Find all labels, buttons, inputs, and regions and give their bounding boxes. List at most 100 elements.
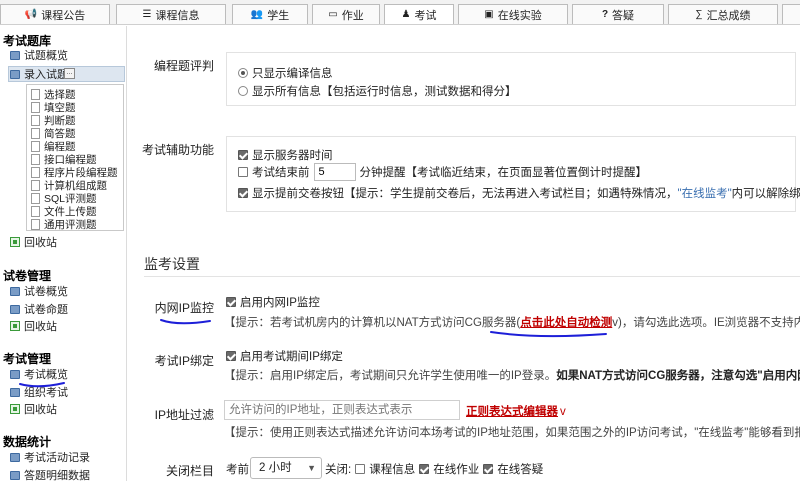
recycle-bin-icon — [10, 237, 20, 247]
close-columns-label: 关闭栏目 — [165, 464, 214, 478]
ip-filter-hint: 【提示：使用正则表达式描述允许访问本场考试的IP地址范围，如果范围之外的IP访问… — [224, 427, 800, 439]
tab-label: 考试 — [414, 9, 437, 22]
ip-bind-option[interactable]: 启用考试期间IP绑定 — [226, 348, 343, 364]
document-icon — [31, 101, 40, 113]
sidebar-item-label: 试卷命题 — [24, 304, 68, 316]
sidebar-item-exam-activity[interactable]: 考试活动记录 — [10, 450, 90, 464]
tab-exam[interactable]: ♟ 考试 — [384, 4, 454, 24]
folder-icon — [10, 286, 20, 296]
show-server-time-option[interactable]: 显示服务器时间 — [238, 147, 333, 163]
folder-icon — [10, 304, 20, 314]
tab-label: 在线实验 — [497, 9, 542, 22]
checkbox[interactable] — [238, 167, 248, 177]
underline-annotation — [490, 331, 607, 338]
ip-monitor-option[interactable]: 启用内网IP监控 — [226, 294, 320, 310]
checkbox-label: 考试结束前 — [252, 167, 310, 179]
regex-editor-link[interactable]: 正则表达式编辑器 — [466, 406, 558, 418]
radio-button[interactable] — [238, 86, 248, 96]
sidebar-item-label: 答题明细数据 — [24, 470, 90, 481]
sidebar-item-recycle-bin-exams[interactable]: 回收站 — [10, 402, 57, 416]
tab-homework[interactable]: ▭ 作业 — [312, 4, 380, 24]
checkbox[interactable] — [226, 297, 236, 307]
reminder-text: 分钟提醒【考试临近结束，在页面显著位置倒计时提醒】 — [359, 167, 648, 179]
sidebar-item-answer-details[interactable]: 答题明细数据 — [10, 468, 90, 481]
radio-compile-only[interactable]: 只显示编译信息 — [238, 65, 333, 81]
tab-course-info[interactable]: ☰ 课程信息 — [116, 4, 226, 24]
proctor-section-title: 监考设置 — [144, 256, 200, 272]
radio-label: 显示所有信息【包括运行时信息，测试数据和得分】 — [252, 86, 517, 98]
checkbox-label: 启用考试期间IP绑定 — [240, 351, 343, 363]
section-title-exam-mgmt: 考试管理 — [3, 352, 52, 366]
folder-icon — [10, 452, 20, 462]
tab-students[interactable]: 👥 学生 — [232, 4, 308, 24]
main-content: 编程题评判 只显示编译信息 显示所有信息【包括运行时信息，测试数据和得分】 考试… — [128, 26, 800, 481]
tab-label: 学生 — [267, 9, 290, 22]
regex-editor: 正则表达式编辑器 v — [466, 403, 566, 419]
tab-more[interactable] — [782, 4, 800, 24]
tab-online-lab[interactable]: ▣ 在线实验 — [458, 4, 568, 24]
section-title-paper-mgmt: 试卷管理 — [3, 269, 52, 283]
ip-bind-hint: 【提示：启用IP绑定后，考试期间只允许学生使用唯一的IP登录。如果NAT方式访问… — [224, 367, 800, 383]
folder-icon — [10, 50, 20, 60]
monitor-icon: ▣ — [484, 9, 494, 20]
list-icon: ☰ — [142, 9, 152, 20]
checkbox-online-homework[interactable] — [419, 464, 430, 474]
chevron-down-icon[interactable]: v — [560, 406, 566, 418]
checkbox[interactable] — [226, 351, 236, 361]
sidebar-item-general-evaluation[interactable]: 通用评测题 — [31, 217, 97, 231]
checkbox[interactable] — [238, 188, 248, 198]
document-icon — [31, 140, 40, 152]
checkbox-label: 课程信息 — [369, 464, 416, 476]
tab-grades[interactable]: ∑ 汇总成绩 — [668, 4, 778, 24]
checkbox-label-tail: 内可以解除绑定】 — [731, 188, 800, 200]
chevron-down-icon: ▼ — [307, 463, 316, 473]
document-icon — [31, 218, 40, 230]
end-reminder-option[interactable]: 考试结束前 分钟提醒【考试临近结束，在页面显著位置倒计时提醒】 — [238, 163, 647, 181]
sidebar: 考试题库 试题概览 录入试题 ... 选择题 填空题 判断题 简答题 编程题 接… — [0, 26, 127, 481]
prog-review-box: 只显示编译信息 显示所有信息【包括运行时信息，测试数据和得分】 — [226, 52, 796, 106]
document-icon — [31, 127, 40, 139]
recycle-bin-icon — [10, 321, 20, 331]
sidebar-item-recycle-bin-papers[interactable]: 回收站 — [10, 319, 57, 333]
aux-label: 考试辅助功能 — [141, 143, 214, 157]
question-type-tree: 选择题 填空题 判断题 简答题 编程题 接口编程题 程序片段编程题 计算机组成题… — [26, 84, 124, 231]
sidebar-item-recycle-bin-questions[interactable]: 回收站 — [10, 235, 57, 249]
folder-icon: ▭ — [328, 9, 338, 20]
sidebar-item-enter-questions[interactable]: 录入试题 — [10, 67, 68, 81]
checkbox-label: 在线答疑 — [497, 464, 544, 476]
hint-text-bold: 如果NAT方式访问CG服务器，注意勾选"启用内网IP监控" — [556, 370, 800, 382]
hint-text: v)，请勾选此选项。IE浏览器不支持内网IP获取 — [612, 317, 800, 329]
sidebar-item-label: 回收站 — [24, 321, 57, 333]
document-icon — [31, 205, 40, 217]
document-icon — [31, 153, 40, 165]
reminder-minutes-input[interactable] — [313, 163, 356, 181]
more-options-button[interactable]: ... — [64, 68, 75, 79]
ip-bind-label: 考试IP绑定 — [154, 354, 214, 368]
close-hours-select[interactable]: 2 小时 ▼ — [250, 457, 322, 479]
sidebar-item-paper-overview[interactable]: 试卷概览 — [10, 284, 68, 298]
sidebar-item-question-overview[interactable]: 试题概览 — [10, 48, 68, 62]
checkbox-course-info[interactable] — [355, 464, 366, 474]
tab-qa[interactable]: ? 答疑 — [572, 4, 664, 24]
sidebar-item-label: 考试活动记录 — [24, 452, 90, 464]
sidebar-item-label: 回收站 — [24, 237, 57, 249]
underline-annotation — [160, 319, 211, 325]
checkbox[interactable] — [238, 150, 248, 160]
radio-show-all[interactable]: 显示所有信息【包括运行时信息，测试数据和得分】 — [238, 83, 517, 99]
select-value: 2 小时 — [259, 462, 292, 474]
early-submit-option[interactable]: 显示提前交卷按钮【提示：学生提前交卷后，无法再进入考试栏目；如遇特殊情况， "在线… — [238, 185, 800, 201]
checkbox-online-qa[interactable] — [483, 464, 494, 474]
megaphone-icon: 📢 — [24, 9, 38, 20]
sidebar-item-label: 录入试题 — [24, 69, 68, 81]
radio-button[interactable] — [238, 68, 248, 78]
close-before-text: 考前 — [226, 464, 249, 476]
online-proctor-link[interactable]: "在线监考" — [678, 185, 732, 201]
users-icon: 👥 — [250, 9, 264, 20]
divider — [144, 276, 800, 277]
close-columns-options: 关闭: 课程信息 在线作业 在线答疑 — [325, 461, 543, 477]
tab-label: 作业 — [341, 9, 364, 22]
sidebar-item-paper-compose[interactable]: 试卷命题 — [10, 302, 68, 316]
tab-course-notice[interactable]: 📢 课程公告 — [0, 4, 110, 24]
ip-filter-input[interactable] — [224, 400, 460, 420]
document-icon — [31, 179, 40, 191]
